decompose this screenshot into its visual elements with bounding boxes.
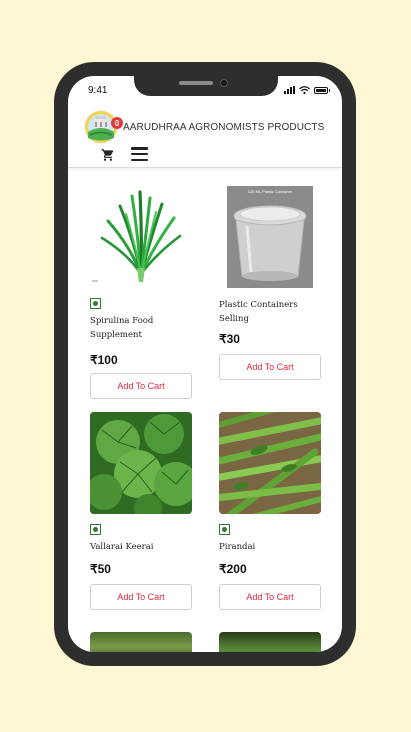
camera: [220, 79, 228, 87]
product-price: ₹100: [90, 353, 118, 367]
product-card: 125 ML Plastic Container: [219, 186, 322, 288]
product-price: ₹30: [219, 332, 240, 346]
product-card: [219, 632, 322, 652]
add-to-cart-button[interactable]: Add To Cart: [90, 584, 192, 610]
cart-count-badge: 0: [111, 117, 123, 129]
status-time: 9:41: [88, 85, 108, 96]
veg-indicator-icon: [90, 298, 101, 309]
app-header: 0 AARUDHRAA AGRONOMISTS PRODUCTS: [68, 102, 342, 168]
phone-screen: 9:41 0 AARUDHRAA AGRONOMISTS PRODUCTS Sp…: [68, 76, 342, 652]
product-image[interactable]: [219, 632, 321, 652]
product-image[interactable]: 125 ML Plastic Container: [219, 186, 321, 288]
product-image[interactable]: [219, 412, 321, 514]
container-caption: 125 ML Plastic Container: [248, 189, 293, 194]
veg-indicator-icon: [90, 524, 101, 535]
add-to-cart-button[interactable]: Add To Cart: [219, 354, 321, 380]
veg-indicator-icon: [219, 524, 230, 535]
phone-notch: [134, 76, 278, 96]
battery-icon: [314, 86, 330, 94]
product-price: ₹50: [90, 562, 111, 576]
brand-name: AARUDHRAA AGRONOMISTS PRODUCTS: [123, 122, 325, 133]
cart-icon[interactable]: [101, 148, 115, 162]
product-name: Vallarai Keerai: [90, 542, 154, 552]
wifi-icon: [299, 86, 310, 94]
product-price: ₹200: [219, 562, 247, 576]
product-image[interactable]: [90, 412, 192, 514]
product-name: Pirandai: [219, 542, 256, 552]
product-image[interactable]: [90, 186, 192, 288]
phone-frame: 9:41 0 AARUDHRAA AGRONOMISTS PRODUCTS Sp…: [54, 62, 356, 666]
product-card: [90, 412, 193, 514]
status-icons: [284, 85, 330, 95]
product-card: [90, 632, 193, 652]
product-name: Spirulina Food Supplement: [90, 316, 154, 340]
add-to-cart-button[interactable]: Add To Cart: [219, 584, 321, 610]
product-card: [90, 186, 193, 288]
signal-icon: [284, 86, 295, 94]
speaker: [179, 81, 213, 85]
product-card: [219, 412, 322, 514]
add-to-cart-button[interactable]: Add To Cart: [90, 373, 192, 399]
product-name: Plastic Containers Selling: [219, 300, 298, 324]
hamburger-menu-icon[interactable]: [131, 147, 148, 161]
product-image[interactable]: [90, 632, 192, 652]
